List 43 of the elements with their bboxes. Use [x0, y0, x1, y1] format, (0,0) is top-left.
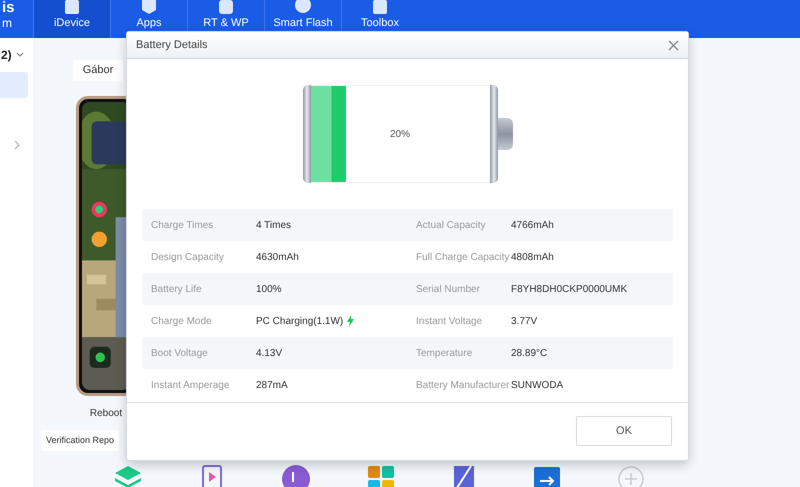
field-label: Battery Life — [150, 282, 203, 296]
verification-report-button[interactable]: Verification Repo — [41, 430, 120, 451]
add-icon[interactable] — [617, 464, 645, 487]
device-selector[interactable]: 2) — [1, 46, 12, 64]
field-label: Charge Times — [150, 218, 214, 232]
field-value: SUNWODA — [511, 378, 564, 392]
layers-icon — [113, 464, 143, 487]
field-label: Battery Manufacturer — [415, 378, 510, 392]
field-label: Actual Capacity — [415, 218, 486, 232]
brand-title: is — [2, 0, 16, 16]
device-name: Gábor — [72, 60, 124, 80]
field-value: 4808mAh — [511, 250, 554, 264]
field-value: 4766mAh — [511, 218, 554, 232]
field-label: Boot Voltage — [150, 346, 209, 360]
reboot-button[interactable]: Reboot — [90, 406, 122, 420]
field-label: Instant Amperage — [150, 378, 230, 392]
chevron-right-icon[interactable] — [14, 140, 20, 150]
field-value: 4630mAh — [256, 250, 299, 264]
ok-button[interactable]: OK — [576, 416, 672, 446]
field-label: Charge Mode — [150, 314, 213, 328]
field-value: 3.77V — [511, 314, 538, 328]
nav-tab[interactable]: iDevice — [33, 0, 110, 38]
field-value: 28.89°C — [511, 346, 548, 360]
battery-terminal — [498, 118, 512, 150]
field-label: Full Charge Capacity — [415, 250, 510, 264]
field-value: 100% — [256, 282, 282, 296]
lightning-icon — [347, 315, 354, 327]
field-label: Serial Number — [415, 282, 481, 296]
close-icon[interactable] — [668, 40, 679, 50]
battery-percentage: 20% — [390, 128, 410, 142]
brand-subtitle: m — [2, 16, 13, 30]
field-value: PC Charging(1.1W) — [256, 314, 344, 328]
field-value: 4 Times — [256, 218, 292, 232]
field-value: F8YH8DH0CKP0000UMK — [511, 282, 628, 296]
field-label: Design Capacity — [150, 250, 225, 264]
field-label: Temperature — [415, 346, 474, 360]
video-icon — [199, 464, 225, 487]
apps-grid-icon — [367, 464, 395, 487]
field-label: Instant Voltage — [415, 314, 484, 328]
field-value: 287mA — [256, 378, 288, 392]
dialog-title: Battery Details — [136, 38, 208, 53]
chevron-down-icon — [16, 52, 24, 58]
field-value: 4.13V — [256, 346, 282, 360]
